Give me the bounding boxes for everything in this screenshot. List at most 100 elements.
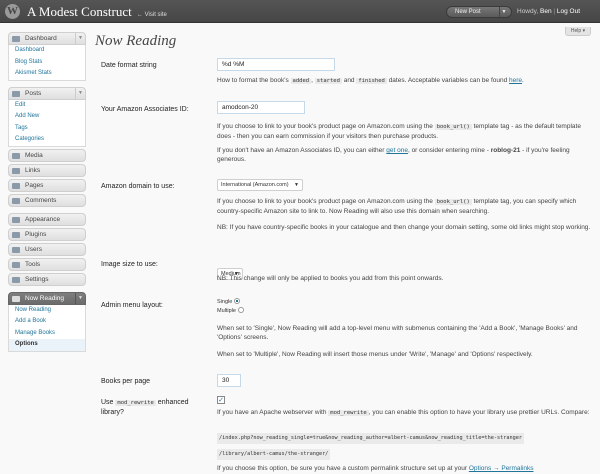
menu-settings[interactable]: Settings xyxy=(8,272,86,286)
books-per-page-label: Books per page xyxy=(101,378,151,385)
menu-tools-label[interactable]: Tools xyxy=(25,261,40,268)
menu-posts-label[interactable]: Posts xyxy=(25,90,41,97)
wordpress-logo-icon[interactable]: W xyxy=(5,4,20,19)
menu-links-label[interactable]: Links xyxy=(25,167,40,174)
user-profile-link[interactable]: Ben xyxy=(540,8,552,15)
settings-icon xyxy=(12,276,20,283)
submenu-add-a-book[interactable]: Add a Book xyxy=(9,316,85,328)
radio-multiple[interactable] xyxy=(237,307,244,313)
chevron-down-icon[interactable]: ▼ xyxy=(75,87,85,99)
books-per-page-input[interactable]: 30 xyxy=(217,374,241,387)
amazon-domain-label: Amazon domain to use: xyxy=(101,183,175,190)
help-button[interactable]: Help ▾ xyxy=(565,27,591,36)
menu-users-label[interactable]: Users xyxy=(25,246,42,253)
menu-now-reading[interactable]: Now Reading ▼ xyxy=(8,291,86,305)
submenu-dashboard[interactable]: Dashboard xyxy=(9,45,85,57)
chevron-down-icon[interactable]: ▼ xyxy=(294,180,299,190)
submenu-now-reading[interactable]: Now Reading xyxy=(9,305,85,317)
logout-link[interactable]: Log Out xyxy=(557,8,580,15)
menu-media-label[interactable]: Media xyxy=(25,152,43,159)
radio-single-label[interactable]: Single xyxy=(217,299,232,305)
menu-dashboard-label[interactable]: Dashboard xyxy=(25,35,57,42)
divider: | xyxy=(553,8,556,15)
radio-single-row[interactable]: Single xyxy=(217,298,244,307)
amazon-id-description: If you choose to link to your book's pro… xyxy=(217,122,592,141)
appearance-icon xyxy=(12,216,20,223)
new-post-label[interactable]: New Post xyxy=(455,9,481,15)
menu-pages-label[interactable]: Pages xyxy=(25,182,43,189)
permalinks-link[interactable]: Options → Permalinks xyxy=(469,465,534,472)
amazon-domain-select[interactable]: International (Amazon.com) ▼ xyxy=(217,179,303,191)
radio-single[interactable] xyxy=(234,298,241,304)
pages-icon xyxy=(12,182,20,189)
date-format-description: How to format the book's added, started … xyxy=(217,77,524,84)
radio-multiple-row[interactable]: Multiple xyxy=(217,307,244,316)
site-title-text[interactable]: A Modest Construct xyxy=(27,4,132,19)
menu-pages[interactable]: Pages xyxy=(8,178,86,192)
posts-submenu: Edit Add New Tags Categories xyxy=(8,99,86,147)
admin-menu-description: When set to 'Single', Now Reading will a… xyxy=(217,325,578,342)
visit-site-link[interactable]: ← Visit site xyxy=(137,12,167,18)
user-links: Howdy, Ben | Log Out xyxy=(517,8,580,15)
menu-appearance[interactable]: Appearance xyxy=(8,212,86,226)
posts-icon xyxy=(12,90,20,97)
howdy-text: Howdy, xyxy=(517,8,540,15)
code-mod-rewrite: mod_rewrite xyxy=(328,410,369,416)
chevron-down-icon[interactable]: ▼ xyxy=(499,7,508,17)
submenu-manage-books[interactable]: Manage Books xyxy=(9,328,85,340)
links-icon xyxy=(12,167,20,174)
submenu-tags[interactable]: Tags xyxy=(9,123,85,135)
desc-text: If you choose this option, be sure you h… xyxy=(217,465,468,472)
chevron-down-icon[interactable]: ▼ xyxy=(75,292,85,304)
chevron-down-icon[interactable]: ▼ xyxy=(75,33,85,44)
mod-rewrite-checkbox[interactable]: ✓ xyxy=(217,396,225,404)
label-text: Use xyxy=(101,399,114,406)
get-one-link[interactable]: get one xyxy=(386,147,408,154)
amazon-domain-note: NB: If you have country-specific books i… xyxy=(217,224,591,231)
submenu-add-new[interactable]: Add New xyxy=(9,111,85,123)
desc-text: If you don't have an Amazon Associates I… xyxy=(217,147,385,154)
admin-header: W A Modest Construct ← Visit site New Po… xyxy=(0,0,600,23)
comments-icon xyxy=(12,197,20,204)
code-mod-rewrite: mod_rewrite xyxy=(115,400,156,406)
media-icon xyxy=(12,152,20,159)
site-title[interactable]: A Modest Construct ← Visit site xyxy=(27,4,167,20)
desc-text: If you choose to link to your book's pro… xyxy=(217,198,433,205)
menu-appearance-label[interactable]: Appearance xyxy=(25,216,60,223)
users-icon xyxy=(12,246,20,253)
menu-tools[interactable]: Tools xyxy=(8,257,86,271)
menu-users[interactable]: Users xyxy=(8,242,86,256)
dashboard-icon xyxy=(12,36,20,42)
menu-comments-label[interactable]: Comments xyxy=(25,197,56,204)
desc-text: . xyxy=(522,77,524,84)
menu-plugins[interactable]: Plugins xyxy=(8,227,86,241)
submenu-edit[interactable]: Edit xyxy=(9,100,85,112)
desc-text: How to format the book's xyxy=(217,77,289,84)
menu-links[interactable]: Links xyxy=(8,163,86,177)
menu-comments[interactable]: Comments xyxy=(8,193,86,207)
date-format-input[interactable]: %d %M xyxy=(217,58,335,71)
amazon-id-input[interactable]: amodcon-20 xyxy=(217,101,305,114)
mod-rewrite-label: Use mod_rewrite enhanced library? xyxy=(101,398,189,417)
radio-multiple-label[interactable]: Multiple xyxy=(217,308,236,314)
submenu-blog-stats[interactable]: Blog Stats xyxy=(9,57,85,69)
desc-text: dates. Acceptable variables can be found xyxy=(388,77,508,84)
associate-id-suggestion: roblog-21 xyxy=(490,147,521,154)
code-started: started xyxy=(314,78,342,84)
submenu-categories[interactable]: Categories xyxy=(9,134,85,146)
menu-now-reading-label[interactable]: Now Reading xyxy=(25,295,64,302)
submenu-akismet-stats[interactable]: Akismet Stats xyxy=(9,68,85,80)
new-post-button[interactable]: New Post ▼ xyxy=(446,6,512,18)
menu-posts[interactable]: Posts ▼ xyxy=(8,86,86,100)
amazon-domain-value[interactable]: International (Amazon.com) xyxy=(221,182,289,188)
url-example-pretty: /library/albert-camus/the-stranger/ xyxy=(217,449,592,461)
amazon-id-label: Your Amazon Associates ID: xyxy=(101,106,189,113)
image-size-label: Image size to use: xyxy=(101,261,158,268)
menu-media[interactable]: Media xyxy=(8,148,86,162)
menu-dashboard[interactable]: Dashboard ▼ xyxy=(8,32,86,45)
menu-plugins-label[interactable]: Plugins xyxy=(25,231,46,238)
amazon-domain-description: If you choose to link to your book's pro… xyxy=(217,197,592,216)
date-variables-link[interactable]: here xyxy=(509,77,522,84)
menu-settings-label[interactable]: Settings xyxy=(25,276,49,283)
submenu-options[interactable]: Options xyxy=(9,339,85,351)
